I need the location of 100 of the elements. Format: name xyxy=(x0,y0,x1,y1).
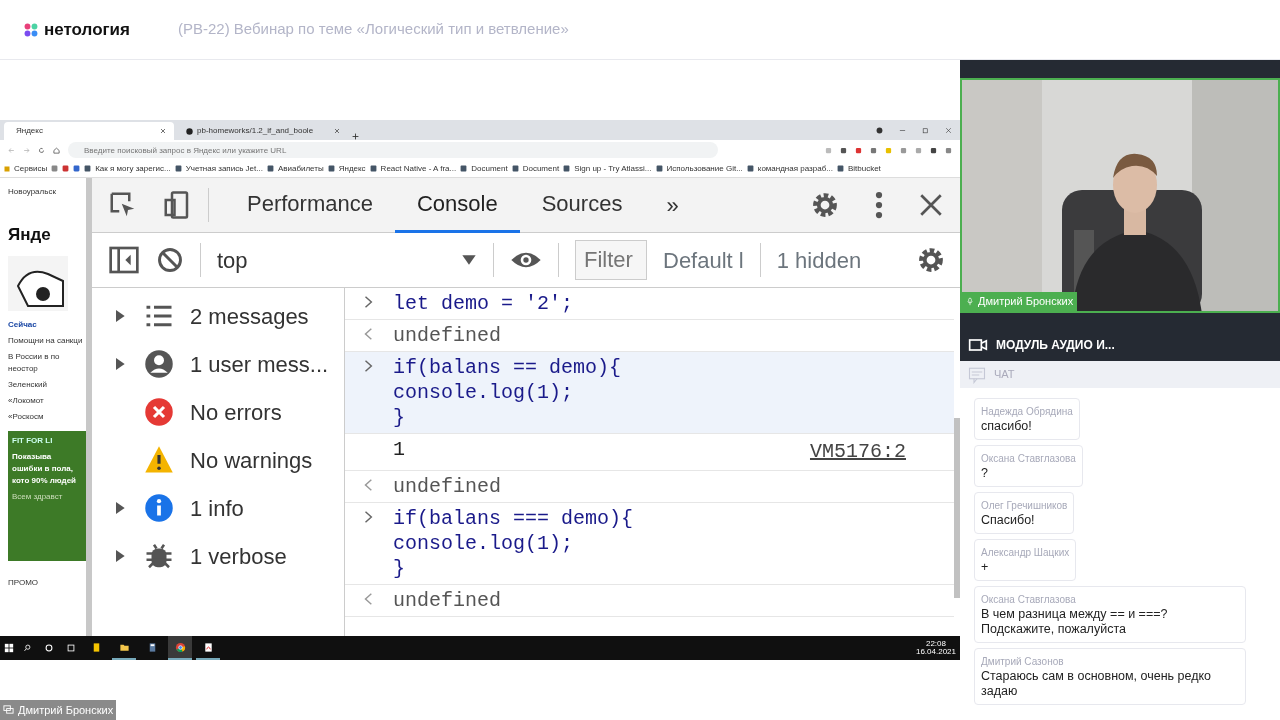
more-tabs-button[interactable]: » xyxy=(644,177,701,233)
site-icon xyxy=(655,165,663,172)
screen-share-icon xyxy=(3,704,14,716)
sidebar-item[interactable]: 2 messages xyxy=(92,292,344,340)
warning-icon xyxy=(144,445,174,475)
site-icon xyxy=(84,165,92,172)
reload-icon[interactable] xyxy=(38,146,45,154)
result-text: undefined xyxy=(393,474,503,499)
yandex-logo: Янде xyxy=(8,224,52,246)
star-icon[interactable] xyxy=(825,146,832,154)
bookmark-link[interactable]: Document xyxy=(460,162,508,175)
sidebar-item[interactable]: 1 info xyxy=(92,484,344,532)
code-text: if(balans == demo){ console.log(1); } xyxy=(393,355,623,430)
settings-icon[interactable] xyxy=(916,245,946,275)
bookmark-link[interactable]: Sign up - Try Atlassi... xyxy=(563,162,652,175)
code-text: if(balans === demo){ console.log(1); } xyxy=(393,506,635,581)
close-icon[interactable] xyxy=(160,128,166,134)
github-icon xyxy=(186,127,193,135)
bookmark-link[interactable]: React Native - A fra... xyxy=(369,162,457,175)
levels-dropdown[interactable]: Default l xyxy=(663,243,744,277)
site-icon xyxy=(511,165,519,172)
bookmark-link[interactable]: Document xyxy=(511,162,560,175)
chat-title: ЧАТ xyxy=(994,367,1015,383)
presenter-name-tag: Дмитрий Бронских xyxy=(0,699,117,720)
site-icon xyxy=(746,165,754,172)
cast-icon[interactable] xyxy=(945,146,952,154)
browser-tab[interactable]: Яндекс xyxy=(4,122,174,140)
news-heading: Сейчас xyxy=(8,318,38,331)
chat-message: Олег Гречишников Спасибо! xyxy=(974,492,1075,534)
chat-message: Оксана Ставглазова ? xyxy=(974,445,1083,487)
result-text: undefined xyxy=(393,323,503,348)
news-link[interactable]: В России в по неостор xyxy=(8,350,86,375)
news-link[interactable]: Помощни на санкци xyxy=(8,334,86,347)
bookmark-link[interactable]: Как я могу зарегис... xyxy=(84,162,171,175)
chat-icon xyxy=(968,365,986,384)
new-tab-icon[interactable] xyxy=(352,133,359,140)
restore-icon[interactable] xyxy=(922,126,929,134)
chat-message: Оксана Ставглазова В чем разница между == и ===? Подскажите, пожалуйста xyxy=(974,586,1246,643)
logo-icon xyxy=(24,22,38,37)
settings-icon[interactable] xyxy=(810,190,840,220)
taskbar-app[interactable] xyxy=(168,636,192,660)
location-text: Новоуральск xyxy=(8,186,57,198)
address-field[interactable]: Введите поисковый запрос в Яндекс или укажите URL xyxy=(68,142,718,158)
logo-text: нетология xyxy=(44,18,130,41)
site-icon xyxy=(174,165,182,172)
chat-message: Надежда Обрядина спасибо! xyxy=(974,398,1080,440)
news-link[interactable]: «Локомот xyxy=(8,394,86,407)
promo-label: ПРОМО xyxy=(8,576,40,589)
info-icon xyxy=(144,493,174,523)
sidebar-item[interactable]: No errors xyxy=(92,388,344,436)
ad-banner[interactable]: FIT FOR LI Показыва ошибки в пола, кото 90% людей Всем здравст xyxy=(8,430,86,561)
site-icon xyxy=(460,165,468,172)
site-icon xyxy=(563,165,571,172)
site-icon xyxy=(327,165,335,172)
browser-tab[interactable]: pb-homeworks/1.2_if_and_boole xyxy=(178,122,348,140)
news-link[interactable]: «Роскосм xyxy=(8,410,86,423)
sidebar-toggle-icon[interactable] xyxy=(108,244,140,276)
apps-grid-icon xyxy=(4,165,10,172)
sidebar-item[interactable]: 1 user mess... xyxy=(92,340,344,388)
clock-date: 16.04.2021 xyxy=(915,648,956,656)
bookmark-link[interactable]: Яндекс xyxy=(327,162,366,175)
sidebar-item[interactable]: 1 verbose xyxy=(92,532,344,580)
close-icon[interactable] xyxy=(334,128,340,134)
news-link[interactable]: Зеленский xyxy=(8,378,86,391)
pdf-icon xyxy=(202,641,214,653)
hidden-count: 1 hidden xyxy=(776,246,862,275)
participant-name-tag: Дмитрий Бронских xyxy=(962,292,1078,311)
clock-time: 22:08 xyxy=(924,640,947,648)
bookmark-link[interactable]: Учетная запись Jet... xyxy=(174,162,263,175)
bug-icon xyxy=(144,541,174,571)
chat-message: Александр Шацких + xyxy=(974,539,1077,581)
filter-field[interactable]: Filter xyxy=(575,240,647,280)
close-icon[interactable] xyxy=(918,192,944,218)
source-link[interactable]: VM5176:2 xyxy=(810,437,906,467)
context-dropdown[interactable]: top xyxy=(217,243,477,277)
sidebar-item[interactable]: No warnings xyxy=(92,436,344,484)
user-icon xyxy=(144,349,174,379)
log-output: 1 xyxy=(393,437,406,463)
clear-console-icon[interactable] xyxy=(156,246,184,274)
windows-icon[interactable] xyxy=(4,643,14,653)
bookmark-link[interactable]: командная разраб... xyxy=(746,162,833,175)
site-icon xyxy=(369,165,377,172)
bookmark-link[interactable]: Сервисы xyxy=(14,162,48,175)
module-title: МОДУЛЬ АУДИО И... xyxy=(996,337,1115,355)
close-icon[interactable] xyxy=(945,126,952,134)
bookmark-link[interactable]: Использование Git... xyxy=(655,162,743,175)
devtools-tab[interactable]: Sources xyxy=(519,177,645,233)
bookmark-link[interactable]: Авиабилеты xyxy=(266,162,324,175)
result-text: undefined xyxy=(393,588,503,613)
error-icon xyxy=(144,397,174,427)
bookmark-link[interactable]: Bitbucket xyxy=(836,162,881,175)
webinar-title: (PB-22) Вебинар по теме «Логический тип и ветвление» xyxy=(178,19,569,40)
site-icon xyxy=(266,165,274,172)
scrollbar[interactable] xyxy=(954,418,960,598)
puzzle-icon[interactable] xyxy=(930,146,937,154)
chat-message: Дмитрий Сазонов Стараюсь сам в основном, очень редко задаю xyxy=(974,648,1246,705)
chrome-icon xyxy=(174,641,186,653)
code-text: let demo = '2'; xyxy=(393,291,575,316)
site-icon xyxy=(836,165,844,172)
devtools-tab[interactable]: Performance xyxy=(225,177,395,233)
